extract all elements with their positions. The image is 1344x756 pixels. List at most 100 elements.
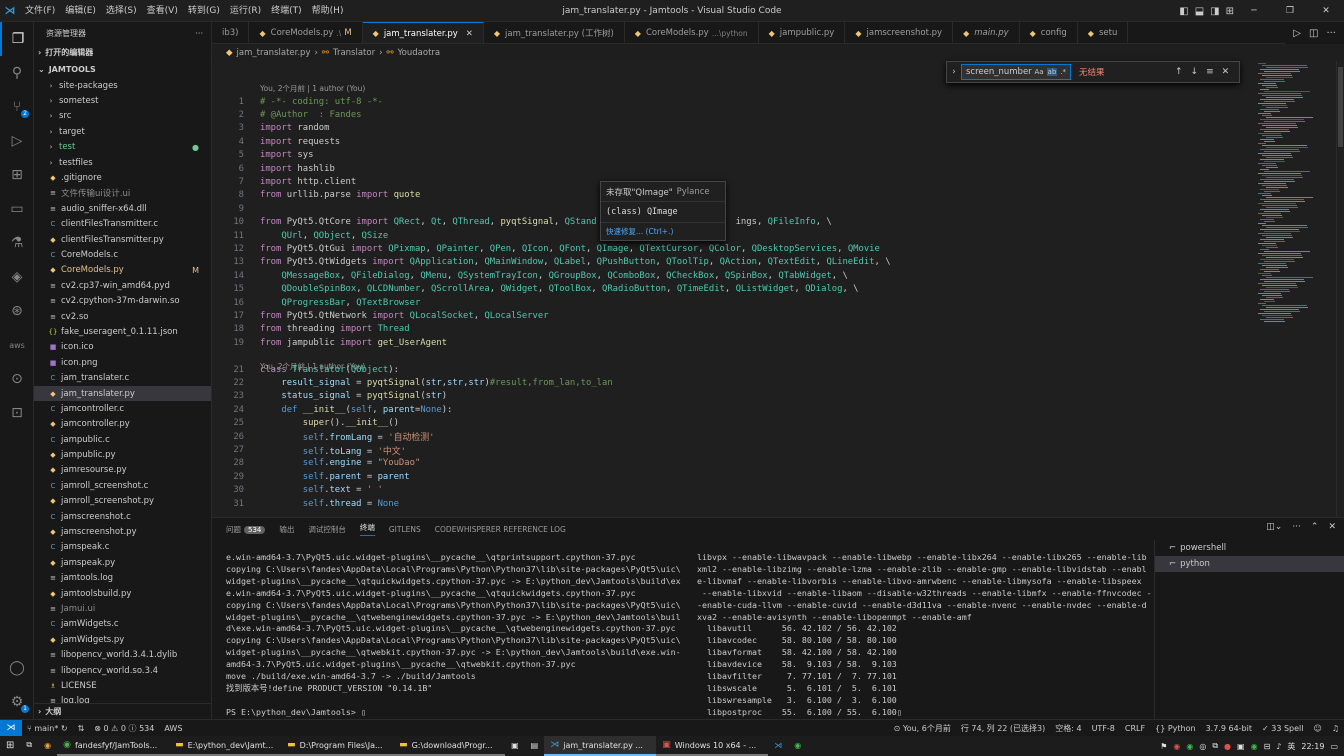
editor-tab[interactable]: ◆ jam_translater.py ✕ [362,22,484,43]
toggle-secondary-sidebar-icon[interactable]: ◨ [1210,6,1219,17]
match-case-toggle[interactable]: Aa [1034,68,1043,76]
code-line[interactable]: 5 import sys [212,149,1256,162]
tab-output[interactable]: 输出 [279,524,294,535]
menu-selection[interactable]: 选择(S) [101,0,142,22]
code-line[interactable]: 26 self.fromLang = '自动检测' [212,430,1256,444]
taskbar-app-explorer[interactable]: ▬ E:\python_dev\Jamt... [169,736,282,756]
tab-codewhisperer-log[interactable]: CODEWHISPERER REFERENCE LOG [435,525,566,534]
file-tree-item[interactable]: ◆ jamroll_screenshot.py [34,494,211,509]
file-tree-item[interactable]: Cjamscreenshot.c [34,509,211,524]
file-tree-item[interactable]: ◆ jampublic.py [34,447,211,462]
use-regex-toggle[interactable]: .* [1060,68,1066,76]
sync-icon[interactable]: ⇅ [73,724,90,733]
tab-gitlens[interactable]: GITLENS [389,525,421,534]
code-line[interactable]: 1 # -*- coding: utf-8 -*- [212,95,1256,108]
code-line[interactable]: 10 from PyQt5.QtCore import QRect, Qt, QT… [212,216,1256,229]
code-line[interactable]: 15 QDoubleSpinBox, QLCDNumber, QScrollAr… [212,283,1256,296]
encoding[interactable]: UTF-8 [1087,724,1120,733]
terminal-item-powershell[interactable]: ⌐ powershell [1155,540,1344,556]
editor-tab[interactable]: ◆ CoreModels.py .\ M [249,22,363,43]
task-view-icon[interactable]: ⧉ [20,736,38,756]
spell-checker[interactable]: ✓ 33 Spell [1257,724,1309,733]
menu-help[interactable]: 帮助(H) [307,0,349,22]
clock[interactable]: 22:19 [1301,742,1324,751]
menu-go[interactable]: 转到(G) [183,0,225,22]
code-line[interactable]: 8 from urllib.parse import quote [212,189,1256,202]
code-line[interactable]: 17 from PyQt5.QtNetwork import QLocalSock… [212,309,1256,322]
extensions-icon[interactable]: ⊞ [0,158,34,192]
code-line[interactable]: 9 [212,202,1256,215]
file-tree-item[interactable]: Cjamspeak.c [34,540,211,555]
file-tree-item[interactable]: ≡ jamtools.log [34,571,211,586]
codewhisperer-icon[interactable]: ⊙ [0,362,34,396]
more-actions-icon[interactable]: ··· [195,29,203,38]
code-line[interactable]: 27 self.toLang = '中文' [212,443,1256,457]
code-line[interactable]: 4 import requests [212,135,1256,148]
source-control-icon[interactable]: ⑂ 2 [0,90,34,124]
file-tree-item[interactable]: CclientFilesTransmitter.c [34,217,211,232]
problems-status[interactable]: ⊗ 0 ⚠ 0 ⓘ 534 [89,723,159,734]
file-tree-item[interactable]: ≡ 文件传输ui设计.ui [34,186,211,201]
file-tree-item[interactable]: › test ● [34,140,211,155]
tray-app-icon[interactable]: ◉ [1173,742,1180,751]
menu-run[interactable]: 运行(R) [225,0,266,22]
close-find-icon[interactable]: ✕ [1222,67,1230,77]
file-tree-item[interactable]: ≡ libopencv_world.so.3.4 [34,663,211,678]
tray-app-icon[interactable]: ⚑ [1160,742,1167,751]
taskbar-app-vscode[interactable]: ⋊ jam_translater.py ... [544,736,657,756]
file-tree-item[interactable]: Cjamroll_screenshot.c [34,478,211,493]
file-tree-item[interactable]: ≡ cv2.so [34,309,211,324]
file-tree-item[interactable]: Cjamcontroller.c [34,401,211,416]
breadcrumb-symbol[interactable]: Youdaotra [398,48,441,58]
git-blame-status[interactable]: ⊙ You, 6个月前 [889,723,956,734]
tray-app-icon[interactable]: ● [1224,742,1231,751]
minimap[interactable] [1256,61,1336,517]
tray-app-icon[interactable]: ◎ [1199,742,1206,751]
scrollbar-thumb[interactable] [1338,67,1343,147]
editor-tab[interactable]: ib3) [212,22,250,43]
volume-icon[interactable]: ♪ [1276,742,1281,751]
code-line[interactable]: 30 self.text = ' ' [212,484,1256,497]
file-tree-item[interactable]: ◆ clientFilesTransmitter.py [34,232,211,247]
next-match-icon[interactable]: ↓ [1191,67,1199,77]
menu-edit[interactable]: 编辑(E) [60,0,101,22]
menu-file[interactable]: 文件(F) [20,0,60,22]
file-tree-item[interactable]: {} fake_useragent_0.1.11.json [34,324,211,339]
outline-section[interactable]: › 大纲 [34,703,211,719]
file-tree-item[interactable]: ◆ jamcontroller.py [34,417,211,432]
start-button-icon[interactable]: ⊞ [0,736,20,756]
codelens-blame[interactable]: You, 2个月前 | 1 author (You) [260,83,365,94]
code-line[interactable]: 11 QUrl, QObject, QSize [212,229,1256,242]
file-tree-item[interactable]: ◆ .gitignore [34,170,211,185]
code-line[interactable]: 14 QMessageBox, QFileDialog, QMenu, QSys… [212,269,1256,282]
code-line[interactable]: 16 QProgressBar, QTextBrowser [212,296,1256,309]
taskbar-app-explorer[interactable]: ▬ D:\Program Files\Ja... [281,736,394,756]
tab-debug-console[interactable]: 调试控制台 [308,524,346,535]
terminal-pin-icon[interactable]: ▤ [525,736,545,756]
file-tree-item[interactable]: ■ icon.ico [34,340,211,355]
browser-pin-icon[interactable]: ◉ [38,736,57,756]
code-line[interactable]: 7 import http.client [212,175,1256,188]
editor-scrollbar[interactable] [1336,61,1344,517]
network-icon[interactable]: ⊟ [1264,742,1271,751]
file-tree-item[interactable]: ≡ cv2.cpython-37m-darwin.so [34,293,211,308]
taskbar-app-explorer[interactable]: ▬ G:\download\Progr... [393,736,506,756]
file-tree-item[interactable]: ◆ jamscreenshot.py [34,524,211,539]
editor-tab[interactable]: ◆ jampublic.py [759,22,846,43]
code-line[interactable]: 18 from threading import Thread [212,323,1256,336]
file-tree-item[interactable]: CjamWidgets.c [34,617,211,632]
python-icon[interactable]: ◈ [0,260,34,294]
indentation[interactable]: 空格: 4 [1050,723,1086,734]
terminal-item-python[interactable]: ⌐ python [1155,556,1344,572]
minimize-icon[interactable]: ─ [1236,6,1272,16]
file-tree-item[interactable]: ◆ jamresourse.py [34,463,211,478]
branch-status[interactable]: ⑂ main* ↻ [22,724,73,733]
gitlens-icon[interactable]: ⊛ [0,294,34,328]
tab-problems[interactable]: 问题 534 [226,524,266,535]
tray-app-icon[interactable]: ◉ [1186,742,1193,751]
file-tree-item[interactable]: ◆ jamtoolsbuild.py [34,586,211,601]
code-line[interactable]: 28 self.engine = "YouDao" [212,457,1256,470]
file-tree-item[interactable]: › src [34,109,211,124]
search-icon[interactable]: ⚲ [0,56,34,90]
account-icon[interactable]: ◯ [0,651,34,685]
